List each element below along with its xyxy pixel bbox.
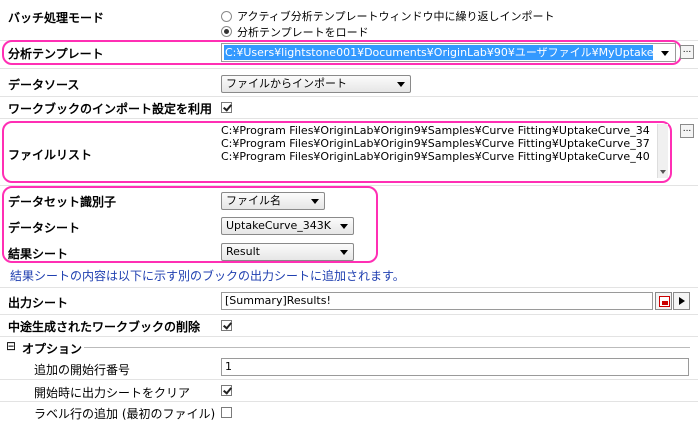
file-list-scrollbar[interactable] (657, 124, 668, 178)
data-source-value: ファイルからインポート (226, 77, 347, 90)
options-divider (84, 347, 690, 348)
data-sheet-dropdown[interactable]: UptakeCurve_343K (221, 217, 354, 235)
output-sheet-label: 出力シート (8, 296, 69, 310)
dataset-id-label: データセット識別子 (8, 195, 117, 209)
data-sheet-label: データシート (8, 221, 81, 235)
template-path-combo[interactable]: C:¥Users¥lightstone001¥Documents¥OriginL… (221, 43, 676, 62)
delete-intermediate-label: 中途生成されたワークブックの削除 (8, 320, 201, 334)
radio-load-template[interactable] (221, 26, 232, 37)
result-sheet-value: Result (226, 245, 260, 258)
options-label: オプション (22, 342, 83, 356)
add-label-rows-label: ラベル行の追加 (最初のファイル) (34, 407, 216, 421)
result-sheet-dropdown[interactable]: Result (221, 243, 354, 261)
start-row-label: 追加の開始行番号 (34, 363, 131, 377)
data-sheet-value: UptakeCurve_343K (226, 219, 331, 232)
file-list-label: ファイルリスト (8, 148, 93, 162)
info-text: 結果シートの内容は以下に示す別のブックの出力シートに追加されます。 (10, 269, 405, 283)
radio-repeat-import-label: アクティブ分析テンプレートウィンドウ中に繰り返しインポート (237, 10, 555, 23)
data-source-dropdown[interactable]: ファイルからインポート (221, 75, 411, 93)
template-path-text: C:¥Users¥lightstone001¥Documents¥OriginL… (224, 45, 653, 60)
scroll-down-icon[interactable] (660, 170, 666, 174)
delete-intermediate-checkbox[interactable] (221, 320, 232, 331)
result-sheet-label: 結果シート (8, 247, 69, 261)
batch-mode-label: バッチ処理モード (8, 11, 105, 25)
options-collapse-icon[interactable]: ⊟ (6, 339, 16, 353)
use-workbook-import-label: ワークブックのインポート設定を利用 (8, 102, 213, 116)
template-label: 分析テンプレート (8, 47, 104, 61)
add-label-rows-checkbox[interactable] (221, 407, 232, 418)
file-list-item: C:¥Program Files¥OriginLab¥Origin9¥Sampl… (221, 124, 650, 137)
chevron-down-icon (397, 82, 405, 87)
clear-on-start-checkbox[interactable] (221, 385, 232, 396)
chevron-down-icon (340, 224, 348, 229)
dataset-id-value: ファイル名 (226, 194, 281, 207)
dataset-id-dropdown[interactable]: ファイル名 (221, 192, 325, 210)
expand-arrow-button[interactable] (673, 292, 690, 310)
clear-on-start-label: 開始時に出力シートをクリア (34, 386, 191, 400)
use-workbook-import-checkbox[interactable] (221, 102, 232, 113)
chevron-down-icon[interactable] (661, 51, 669, 56)
start-row-input[interactable]: 1 (221, 358, 689, 376)
file-list-item: C:¥Program Files¥OriginLab¥Origin9¥Sampl… (221, 150, 650, 163)
chevron-down-icon (340, 250, 348, 255)
chevron-down-icon (311, 199, 319, 204)
sheet-picker-icon[interactable] (655, 292, 672, 310)
radio-repeat-import[interactable] (221, 11, 232, 22)
radio-load-template-label: 分析テンプレートをロード (237, 26, 369, 39)
file-list-item: C:¥Program Files¥OriginLab¥Origin9¥Sampl… (221, 137, 650, 150)
output-sheet-input[interactable]: [Summary]Results! (221, 292, 653, 310)
file-list-browse-button[interactable]: ... (680, 124, 694, 138)
template-browse-button[interactable]: ... (680, 45, 694, 59)
chevron-right-icon (679, 297, 685, 305)
file-list-textarea[interactable]: C:¥Program Files¥OriginLab¥Origin9¥Sampl… (221, 124, 656, 178)
data-source-label: データソース (8, 78, 80, 92)
